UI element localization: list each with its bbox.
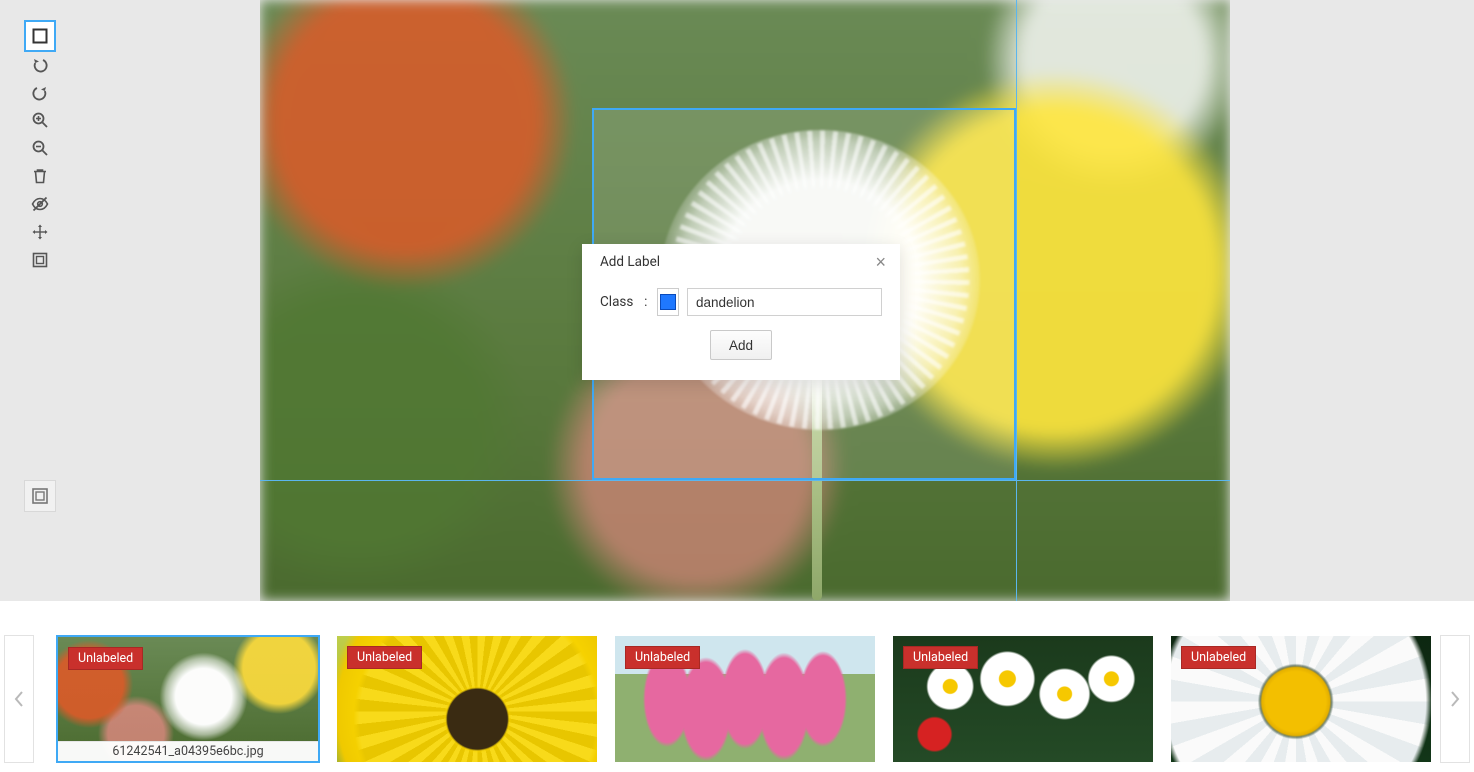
chevron-left-icon (14, 691, 24, 707)
trash-icon (31, 167, 49, 185)
dialog-actions: Add (600, 330, 882, 360)
status-badge: Unlabeled (1181, 646, 1256, 669)
eye-off-icon (31, 195, 49, 213)
thumbnail-item[interactable]: Unlabeled 61242541_a04395e6bc.jpg (56, 635, 320, 763)
zoom-out-icon (31, 139, 49, 157)
fullscreen-icon (31, 487, 49, 505)
redo-icon (31, 83, 49, 101)
move-icon (31, 223, 49, 241)
class-name-input[interactable] (687, 288, 882, 316)
add-button[interactable]: Add (710, 330, 772, 360)
thumbnail-item[interactable]: Unlabeled (336, 635, 598, 763)
toolbar-secondary (24, 480, 56, 512)
class-row: Class : (600, 288, 882, 316)
thumbnail-list: Unlabeled 61242541_a04395e6bc.jpg Unlabe… (56, 635, 1474, 763)
class-field-label: Class (600, 294, 636, 310)
color-picker-button[interactable] (657, 288, 679, 316)
colon: : (644, 294, 647, 310)
toolbar (24, 20, 56, 272)
thumbnail-item[interactable]: Unlabeled (614, 635, 876, 763)
crosshair-vertical (1016, 0, 1017, 601)
undo-icon (31, 55, 49, 73)
annotation-workspace: Add Label × Class : Add (0, 0, 1474, 601)
crosshair-horizontal (260, 480, 1230, 481)
close-icon: × (875, 252, 886, 272)
fullscreen-button[interactable] (24, 480, 56, 512)
dialog-header: Add Label × (582, 244, 900, 280)
thumbnail-item[interactable]: Unlabeled (892, 635, 1154, 763)
dialog-close-button[interactable]: × (875, 253, 886, 271)
thumbnail-item[interactable]: Unlabeled (1170, 635, 1432, 763)
rectangle-icon (31, 27, 49, 45)
reset-button[interactable] (24, 244, 56, 276)
zoom-in-icon (31, 111, 49, 129)
color-swatch-icon (660, 294, 676, 310)
thumb-next-button[interactable] (1440, 635, 1470, 763)
status-badge: Unlabeled (625, 646, 700, 669)
dialog-title: Add Label (600, 254, 660, 270)
thumbnail-filename: 61242541_a04395e6bc.jpg (58, 741, 318, 761)
thumbnail-strip: Unlabeled 61242541_a04395e6bc.jpg Unlabe… (0, 601, 1474, 772)
reset-icon (31, 251, 49, 269)
thumb-prev-button[interactable] (4, 635, 34, 763)
dialog-body: Class : Add (582, 280, 900, 380)
add-label-dialog: Add Label × Class : Add (582, 244, 900, 380)
status-badge: Unlabeled (68, 647, 143, 670)
status-badge: Unlabeled (347, 646, 422, 669)
status-badge: Unlabeled (903, 646, 978, 669)
chevron-right-icon (1450, 691, 1460, 707)
